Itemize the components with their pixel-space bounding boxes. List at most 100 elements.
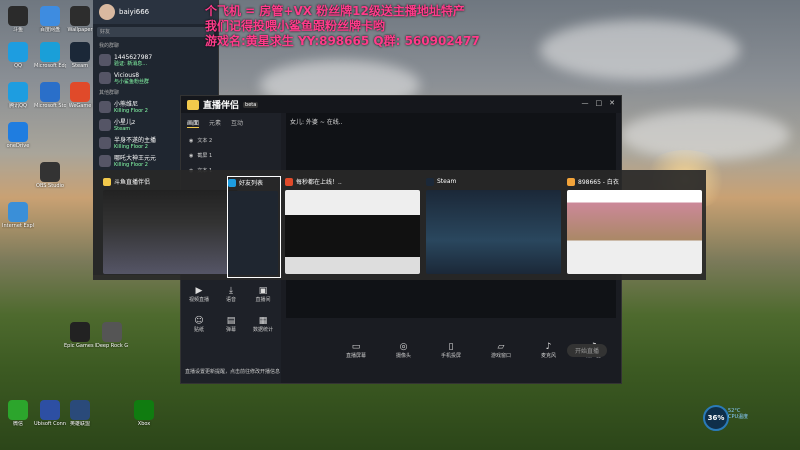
window-controls: — □ ✕ — [582, 99, 616, 107]
douyu-icon — [103, 177, 111, 186]
stream-title: 女儿: 外婆 ~ 在线.. — [290, 119, 343, 126]
xbox-icon — [134, 400, 154, 420]
desktop-icon-douyu[interactable]: 斗鱼 — [2, 6, 34, 33]
maximize-icon[interactable]: □ — [596, 99, 603, 107]
game-icon: ▱ — [497, 341, 505, 352]
monitor-icon: ▭ — [351, 341, 361, 352]
task-preview — [567, 190, 702, 274]
desktop-icon-lol[interactable]: 英雄联盟 — [64, 400, 96, 427]
deep-rock-icon — [102, 322, 122, 342]
desktop-icon-onedrive[interactable]: oneDrive — [2, 122, 34, 149]
source-phone-button[interactable]: ▯ 手机投屏 — [441, 342, 461, 359]
desktop-icon-wechat[interactable]: 微信 — [2, 400, 34, 427]
desktop-icon-qq[interactable]: QQ — [2, 42, 34, 69]
scene-item[interactable]: ◉ 截屏 1 — [181, 148, 281, 163]
qq-section-groups[interactable]: 我的群聊 — [93, 40, 218, 51]
task-preview — [285, 190, 420, 274]
tab-interactive[interactable]: 互动 — [231, 118, 243, 128]
app-version-badge: beta — [243, 101, 259, 108]
mic-button[interactable]: ♪ 麦克风 — [541, 342, 556, 359]
qq-icon — [8, 82, 28, 102]
eye-icon[interactable]: ◉ — [189, 138, 193, 144]
eye-icon[interactable]: ◉ — [189, 153, 193, 159]
desktop-icon-xbox[interactable]: Xbox — [128, 400, 160, 427]
avatar[interactable] — [99, 4, 115, 20]
source-screen-button[interactable]: ▭ 直播屏幕 — [346, 342, 366, 359]
tool-voice[interactable]: ⤓ 语音 — [215, 286, 247, 303]
edge-icon — [40, 42, 60, 62]
chrome-icon — [285, 177, 293, 186]
store-icon — [40, 82, 60, 102]
tool-stats[interactable]: ▦ 数据统计 — [247, 316, 279, 333]
avatar — [99, 72, 111, 84]
obs-icon — [40, 162, 60, 182]
desktop-icon-tencent-qq[interactable]: 腾讯QQ — [2, 82, 34, 109]
douyu-icon — [567, 177, 575, 186]
qq-icon — [228, 178, 236, 187]
qq-search-input[interactable]: 好友 — [97, 27, 214, 37]
update-notice[interactable]: 直播设置更新提醒，点击前往修改开播信息 — [185, 368, 280, 375]
app-logo-icon — [187, 99, 199, 110]
avatar — [99, 54, 111, 66]
desktop-icon-ie[interactable]: Internet Explorer — [2, 202, 34, 229]
tab-elements[interactable]: 元素 — [209, 118, 221, 128]
desktop-icon-ubisoft[interactable]: Ubisoft Connect — [34, 400, 66, 427]
desktop-icon-edge[interactable]: Microsoft Edge — [34, 42, 66, 69]
wechat-icon — [8, 400, 28, 420]
ubisoft-icon — [40, 400, 60, 420]
app-title: 直播伴侣 — [203, 101, 240, 111]
phone-icon: ▯ — [448, 341, 454, 352]
desktop-icon-wegame[interactable]: WeGame — [64, 82, 96, 109]
qq-header: baiyi666 — [93, 0, 218, 24]
minimize-icon[interactable]: — — [582, 99, 589, 107]
camera-icon: ◎ — [399, 341, 408, 352]
list-item[interactable]: Vicious8 与小鲨鱼粉丝群 — [93, 69, 218, 87]
tab-scene[interactable]: 画面 — [187, 118, 200, 128]
go-live-button[interactable]: 开始直播 — [566, 344, 607, 357]
task-thumb-douyu[interactable]: 斗鱼直播伴侣 — [103, 176, 238, 276]
onedrive-icon — [8, 122, 28, 142]
lol-icon — [70, 400, 90, 420]
douyu-icon — [8, 6, 28, 26]
avatar — [99, 119, 111, 131]
scene-item[interactable]: ◉ 文本 2 — [181, 133, 281, 148]
wallpaper-icon — [70, 6, 90, 26]
tool-video-live[interactable]: ▶ 视频直播 — [183, 286, 215, 303]
app-tabs: 画面 元素 互动 — [181, 113, 281, 133]
qq-icon — [8, 42, 28, 62]
tool-danmaku[interactable]: ▤ 弹幕 — [215, 316, 247, 333]
task-preview — [228, 191, 278, 275]
source-game-button[interactable]: ▱ 游戏窗口 — [491, 342, 511, 359]
tool-sticker[interactable]: ☺ 贴纸 — [183, 316, 215, 333]
cpu-info: 52°C CPU温度 — [728, 408, 749, 420]
baidu-icon — [40, 6, 60, 26]
download-icon: ⤓ — [229, 286, 233, 296]
cpu-gauge[interactable]: 36% — [703, 405, 729, 431]
task-thumb-steam[interactable]: Steam — [426, 176, 561, 276]
source-camera-button[interactable]: ◎ 摄像头 — [396, 342, 411, 359]
task-switcher: 斗鱼直播伴侣 好友列表 每秒都在上线！.. Steam 898665 - 白衣 — [93, 170, 706, 280]
task-thumb-douyu-room[interactable]: 898665 - 白衣 — [567, 176, 702, 276]
desktop-icon-deep-rock[interactable]: Deep Rock Galactic — [96, 322, 128, 349]
avatar — [99, 155, 111, 167]
desktop-icon-obs[interactable]: OBS Studio — [34, 162, 66, 189]
tool-room[interactable]: ▣ 直播间 — [247, 286, 279, 303]
close-icon[interactable]: ✕ — [609, 99, 615, 107]
app-titlebar: 直播伴侣 beta — □ ✕ — [181, 96, 621, 113]
overlay-text-3: 游戏名:黄星求生 YY:898665 Q群: 560902477 — [205, 34, 480, 48]
desktop-icon-epic[interactable]: Epic Games Launcher — [64, 322, 96, 349]
steam-icon — [426, 177, 434, 186]
room-icon: ▣ — [258, 286, 268, 296]
epic-games-icon — [70, 322, 90, 342]
ie-icon — [8, 202, 28, 222]
desktop-icon-store[interactable]: Microsoft Store — [34, 82, 66, 109]
avatar — [99, 137, 111, 149]
list-item[interactable]: 1445627987 验证: 新消息... — [93, 51, 218, 69]
task-thumb-friends[interactable]: 好友列表 — [227, 176, 281, 278]
desktop-icon-steam[interactable]: Steam — [64, 42, 96, 69]
avatar — [99, 101, 111, 113]
task-thumb-browser[interactable]: 每秒都在上线！.. — [285, 176, 420, 276]
task-preview — [103, 190, 238, 274]
desktop-icon-baidu[interactable]: 百度网盘 — [34, 6, 66, 33]
desktop-icon-wallpaper[interactable]: Wallpaper — [64, 6, 96, 33]
